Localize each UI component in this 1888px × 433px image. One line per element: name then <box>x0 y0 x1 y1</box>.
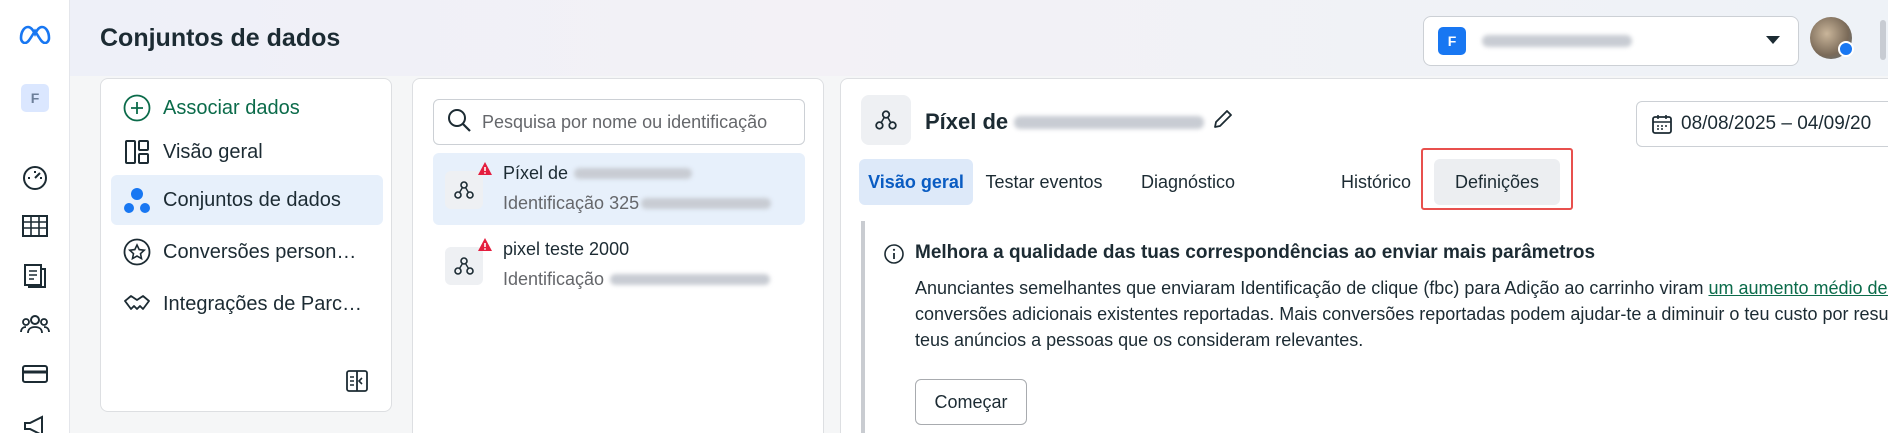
page-title: Conjuntos de dados <box>100 24 341 52</box>
associate-data-label: Associar dados <box>163 96 300 119</box>
table-icon[interactable] <box>17 208 53 244</box>
plus-circle-icon <box>121 92 153 124</box>
audience-icon[interactable] <box>17 306 53 342</box>
billing-card-icon[interactable] <box>17 356 53 392</box>
left-rail: F <box>0 0 70 433</box>
search-input[interactable]: Pesquisa por nome ou identificação <box>433 99 805 145</box>
star-circle-icon <box>121 236 153 268</box>
pixel-nodes-icon <box>861 95 911 145</box>
handshake-icon <box>121 288 153 320</box>
nav-item-label: Visão geral <box>163 140 263 163</box>
tab-diagnostics[interactable]: Diagnóstico <box>1117 159 1259 205</box>
search-placeholder: Pesquisa por nome ou identificação <box>482 111 768 132</box>
scrollbar[interactable] <box>1880 20 1886 60</box>
tab-history[interactable]: Histórico <box>1321 159 1431 205</box>
nav-item-label: Integrações de Parc… <box>163 292 362 315</box>
recommendation-banner: Melhora a qualidade das tuas correspondê… <box>861 221 1888 433</box>
warning-icon <box>477 237 493 253</box>
pixel-title: pixel teste 2000 <box>503 239 630 259</box>
average-increase-link[interactable]: um aumento médio de a <box>1708 278 1888 298</box>
account-initial-badge: F <box>1438 27 1466 55</box>
nav-item-overview[interactable]: Visão geral <box>111 127 383 177</box>
tab-overview[interactable]: Visão geral <box>859 159 973 205</box>
pixel-id: Identificação <box>503 269 771 290</box>
associate-data-button[interactable]: Associar dados <box>111 83 383 133</box>
dataset-nav-panel: Associar dados Visão geral Conjuntos de … <box>100 78 392 412</box>
gauge-icon[interactable] <box>17 160 53 196</box>
nav-item-datasets[interactable]: Conjuntos de dados <box>111 175 383 225</box>
nav-item-custom-conversions[interactable]: Conversões person… <box>111 227 383 277</box>
notification-dot <box>1838 41 1854 57</box>
nav-item-label: Conversões person… <box>163 240 357 263</box>
calendar-icon <box>1652 115 1672 134</box>
dataset-nodes-icon <box>121 184 153 216</box>
pixel-detail-title: Píxel de <box>925 109 1205 135</box>
warning-icon <box>477 161 493 177</box>
chevron-down-icon <box>1766 36 1780 44</box>
layout-grid-icon <box>121 136 153 168</box>
list-item[interactable]: pixel teste 2000 Identificação <box>433 229 805 301</box>
account-selector[interactable]: F <box>1423 16 1799 66</box>
info-icon <box>883 243 905 265</box>
search-icon <box>446 107 472 138</box>
nav-item-label: Conjuntos de dados <box>163 188 341 211</box>
pixel-detail-panel: Píxel de 08/08/2025 – 04/09/20 Visão ger… <box>840 78 1888 433</box>
pixel-title: Píxel de <box>503 163 693 184</box>
start-button[interactable]: Começar <box>915 379 1027 425</box>
meta-logo-icon[interactable] <box>17 16 53 52</box>
pixel-list-panel: Pesquisa por nome ou identificação Píxel… <box>412 78 824 433</box>
banner-heading: Melhora a qualidade das tuas correspondê… <box>915 242 1596 263</box>
user-avatar[interactable] <box>1810 17 1854 59</box>
edit-pencil-icon[interactable] <box>1211 107 1235 131</box>
date-range-picker[interactable]: 08/08/2025 – 04/09/20 <box>1636 101 1888 147</box>
nav-item-partner-integrations[interactable]: Integrações de Parc… <box>111 279 383 329</box>
documents-icon[interactable] <box>17 258 53 294</box>
tab-test-events[interactable]: Testar eventos <box>977 159 1111 205</box>
banner-body: Anunciantes semelhantes que enviaram Ide… <box>915 275 1888 353</box>
list-item[interactable]: Píxel de Identificação 325 <box>433 153 805 225</box>
pixel-id: Identificação 325 <box>503 193 772 214</box>
collapse-panel-icon[interactable] <box>344 368 370 394</box>
megaphone-icon[interactable] <box>17 408 53 433</box>
account-avatar[interactable]: F <box>21 84 49 112</box>
settings-highlight-box <box>1421 148 1573 210</box>
date-range-label: 08/08/2025 – 04/09/20 <box>1681 113 1872 134</box>
account-name-redacted <box>1482 35 1632 47</box>
